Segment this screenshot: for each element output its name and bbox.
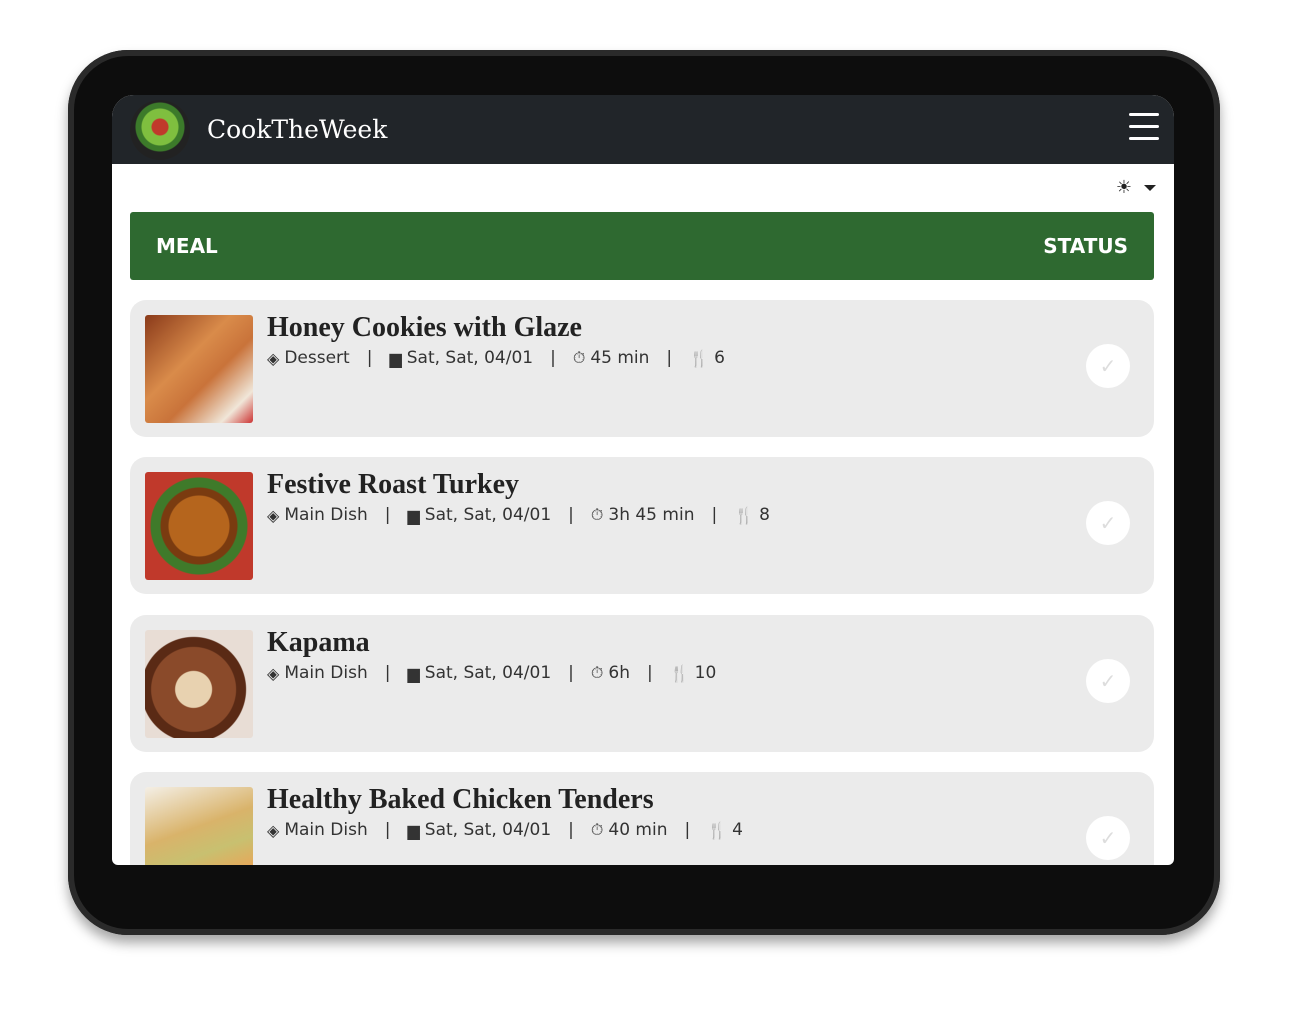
divider: | (568, 663, 574, 683)
meal-image[interactable] (145, 630, 253, 738)
meal-meta: ◈ Main Dish | ▆ Sat, Sat, 04/01 | ⏱ 6h | 🍴 1… (267, 663, 716, 683)
brand-logo[interactable] (130, 99, 190, 160)
sun-icon: ☀ (1115, 177, 1132, 198)
meal-image[interactable] (145, 787, 253, 865)
meal-meta: ◈ Main Dish | ▆ Sat, Sat, 04/01 | ⏱ 40 min … (267, 820, 743, 840)
meal-title[interactable]: Healthy Baked Chicken Tenders (267, 784, 654, 816)
meal-row[interactable]: Kapama ◈ Main Dish | ▆ Sat, Sat, 04/01 | ⏱… (130, 615, 1154, 752)
meal-date: Sat, Sat, 04/01 (424, 663, 552, 683)
divider: | (684, 820, 691, 840)
meal-category: Main Dish (284, 663, 368, 683)
status-check-button[interactable]: ✓ (1086, 344, 1130, 388)
divider: | (568, 820, 574, 840)
divider: | (666, 348, 673, 368)
check-icon: ✓ (1099, 354, 1117, 378)
meal-meta: ◈ Dessert | ▆ Sat, Sat, 04/01 | ⏱ 45 min | … (267, 348, 725, 368)
meal-time: 6h (608, 663, 630, 683)
hamburger-menu-button[interactable] (1129, 113, 1159, 141)
caret-down-icon (1144, 184, 1156, 191)
meal-time: 40 min (608, 820, 668, 840)
brand-name[interactable]: CookTheWeek (207, 115, 387, 144)
meal-column-header: MEAL (156, 234, 218, 258)
theme-toggle-button[interactable]: ☀ (1116, 177, 1156, 198)
meal-servings: 6 (714, 348, 725, 368)
meal-image[interactable] (145, 472, 253, 580)
layers-icon: ◈ (267, 348, 280, 368)
calendar-icon: ▆ (407, 820, 420, 840)
meal-date: Sat, Sat, 04/01 (424, 820, 552, 840)
meal-date: Sat, Sat, 04/01 (424, 505, 552, 525)
navbar: CookTheWeek (112, 95, 1174, 164)
utensils-icon: 🍴 (707, 820, 728, 840)
check-icon: ✓ (1099, 826, 1117, 850)
check-icon: ✓ (1099, 669, 1117, 693)
meal-row[interactable]: Healthy Baked Chicken Tenders ◈ Main Dish… (130, 772, 1154, 865)
divider: | (384, 505, 391, 525)
calendar-icon: ▆ (389, 348, 402, 368)
meal-category: Dessert (284, 348, 350, 368)
meal-time: 3h 45 min (608, 505, 695, 525)
meal-image[interactable] (145, 315, 253, 423)
calendar-icon: ▆ (407, 663, 420, 683)
divider: | (646, 663, 653, 683)
meal-title[interactable]: Festive Roast Turkey (267, 469, 519, 501)
utensils-icon: 🍴 (734, 505, 755, 525)
status-column-header: STATUS (1043, 234, 1128, 258)
stopwatch-icon: ⏱ (572, 348, 586, 367)
meal-meta: ◈ Main Dish | ▆ Sat, Sat, 04/01 | ⏱ 3h 45 m… (267, 505, 770, 525)
meal-row[interactable]: Festive Roast Turkey ◈ Main Dish | ▆ Sat, … (130, 457, 1154, 594)
divider: | (366, 348, 373, 368)
stopwatch-icon: ⏱ (590, 505, 604, 524)
meal-time: 45 min (590, 348, 650, 368)
stopwatch-icon: ⏱ (590, 663, 604, 682)
calendar-icon: ▆ (407, 505, 420, 525)
meal-date: Sat, Sat, 04/01 (406, 348, 534, 368)
divider: | (384, 820, 391, 840)
divider: | (711, 505, 718, 525)
divider: | (550, 348, 556, 368)
divider: | (568, 505, 574, 525)
meal-servings: 4 (732, 820, 743, 840)
layers-icon: ◈ (267, 820, 280, 840)
stopwatch-icon: ⏱ (590, 820, 604, 839)
meal-servings: 8 (759, 505, 770, 525)
meal-title[interactable]: Kapama (267, 627, 370, 659)
divider: | (384, 663, 391, 683)
status-check-button[interactable]: ✓ (1086, 659, 1130, 703)
layers-icon: ◈ (267, 505, 280, 525)
meal-title[interactable]: Honey Cookies with Glaze (267, 312, 582, 344)
meal-servings: 10 (694, 663, 717, 683)
status-check-button[interactable]: ✓ (1086, 501, 1130, 545)
utensils-icon: 🍴 (669, 663, 690, 683)
layers-icon: ◈ (267, 663, 280, 683)
status-check-button[interactable]: ✓ (1086, 816, 1130, 860)
meal-row[interactable]: Honey Cookies with Glaze ◈ Dessert | ▆ Sat… (130, 300, 1154, 437)
check-icon: ✓ (1099, 511, 1117, 535)
utensils-icon: 🍴 (689, 348, 710, 368)
meal-category: Main Dish (284, 505, 368, 525)
table-header: MEAL STATUS (130, 212, 1154, 280)
app-screen: CookTheWeek ☀ MEAL STATUS Honey Cookies … (112, 95, 1174, 865)
meal-category: Main Dish (284, 820, 368, 840)
